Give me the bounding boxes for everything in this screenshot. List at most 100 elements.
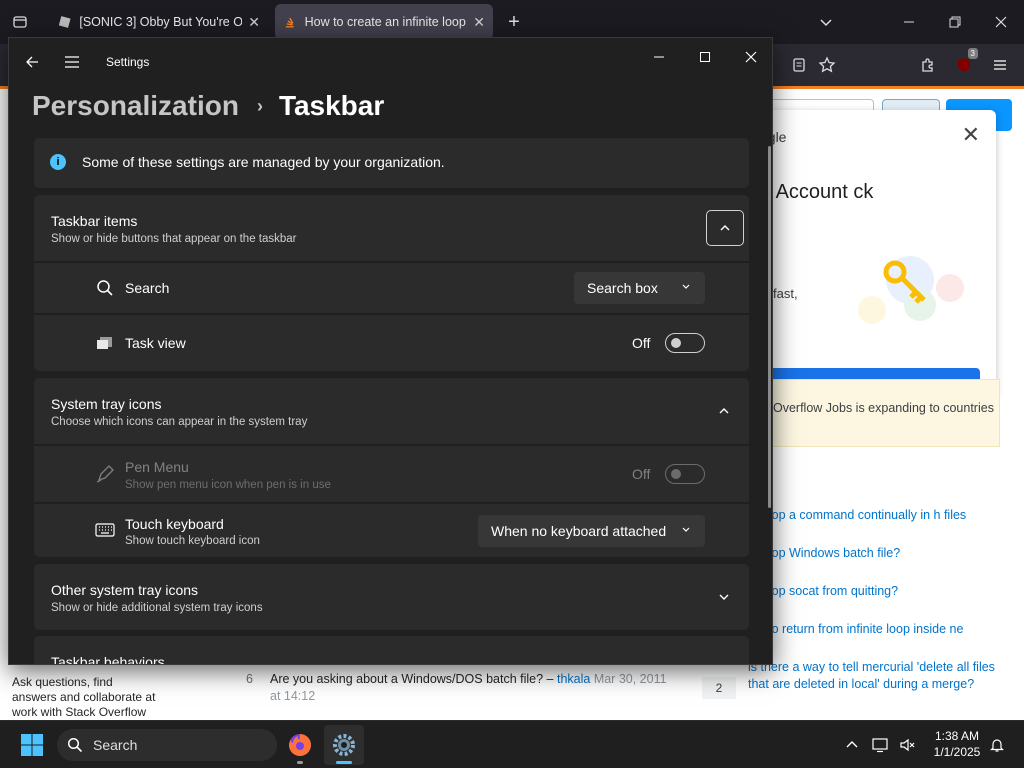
taskbar-items-section[interactable]: Taskbar items Show or hide buttons that … — [34, 195, 749, 261]
notifications-button[interactable] — [985, 725, 1009, 765]
back-button[interactable] — [18, 48, 46, 76]
browser-close-button[interactable] — [978, 6, 1024, 38]
active-indicator — [336, 761, 352, 764]
managed-info-banner: i Some of these settings are managed by … — [34, 138, 749, 188]
section-description: Show or hide additional system tray icon… — [51, 602, 263, 614]
nav-menu-button[interactable] — [58, 48, 86, 76]
task-view-toggle[interactable] — [665, 333, 705, 353]
pen-menu-setting-row: Pen Menu Show pen menu icon when pen is … — [34, 446, 749, 502]
volume-button[interactable] — [894, 725, 922, 765]
firefox-icon — [289, 734, 311, 756]
comment-body: Are you asking about a Windows/DOS batch… — [270, 672, 667, 703]
network-icon — [872, 738, 888, 753]
browser-restore-button[interactable] — [932, 6, 978, 38]
clock-time: 1:38 AM — [934, 729, 980, 743]
close-icon — [995, 16, 1007, 28]
roblox-icon — [58, 16, 71, 28]
row-description: Show touch keyboard icon — [125, 535, 260, 547]
taskbar-settings[interactable] — [324, 725, 364, 765]
taskbar-search-box[interactable]: Search — [57, 729, 277, 761]
settings-maximize-button[interactable] — [682, 42, 728, 72]
volume-muted-icon — [900, 738, 915, 752]
section-title: Taskbar behaviors — [51, 654, 165, 665]
chevron-up-icon[interactable] — [716, 403, 732, 419]
toggle-state-label: Off — [632, 335, 651, 351]
pen-menu-disabled-group: Pen Menu Show pen menu icon when pen is … — [34, 446, 749, 502]
list-all-tabs-button[interactable] — [810, 6, 842, 38]
search-setting-row: Search Search box — [34, 263, 749, 313]
taskbar-firefox[interactable] — [280, 725, 320, 765]
toggle-knob — [671, 338, 681, 348]
collapse-button[interactable] — [706, 210, 744, 246]
related-link[interactable]: to stop socat from quitting? — [748, 583, 998, 600]
popup-close-icon[interactable]: ✕ — [962, 122, 980, 148]
related-link[interactable]: ble to return from infinite loop inside … — [748, 621, 998, 638]
row-description: Show pen menu icon when pen is in use — [125, 479, 331, 491]
settings-scrollbar[interactable] — [768, 146, 771, 508]
gear-icon — [333, 734, 355, 756]
breadcrumb-separator: › — [256, 95, 263, 116]
chevron-down-icon[interactable] — [716, 661, 732, 664]
search-mode-dropdown[interactable]: Search box — [574, 272, 705, 304]
tab-list-icon — [13, 16, 27, 28]
related-link[interactable]: is there a way to tell mercurial 'delete… — [748, 659, 998, 693]
extension-badge: 3 — [967, 48, 978, 59]
touch-keyboard-dropdown[interactable]: When no keyboard attached — [478, 515, 705, 547]
settings-minimize-button[interactable] — [636, 42, 682, 72]
hamburger-icon — [65, 56, 79, 68]
task-view-icon — [95, 333, 115, 353]
tab-list-button[interactable] — [4, 6, 36, 38]
ublock-button[interactable]: 3 — [948, 48, 980, 80]
start-button[interactable] — [12, 725, 52, 765]
taskbar-behaviors-section[interactable]: Taskbar behaviors — [34, 636, 749, 665]
browser-minimize-button[interactable] — [886, 6, 932, 38]
pen-menu-toggle[interactable] — [665, 464, 705, 484]
bookmark-star-button[interactable] — [811, 50, 843, 80]
ublock-icon — [958, 58, 970, 72]
section-title: Other system tray icons — [51, 582, 199, 598]
stackoverflow-icon — [285, 17, 294, 28]
clock-date: 1/1/2025 — [933, 745, 981, 759]
browser-tab-stackoverflow[interactable]: How to create an infinite loop i ✕ — [275, 4, 493, 40]
maximize-icon — [700, 52, 710, 62]
related-questions: to loop a command continually in h files… — [748, 507, 998, 714]
tab-close-icon[interactable]: ✕ — [467, 14, 485, 31]
taskbar-clock[interactable]: 1:38 AM 1/1/2025 — [926, 728, 988, 760]
section-description: Show or hide buttons that appear on the … — [51, 233, 297, 245]
app-menu-button[interactable] — [984, 50, 1016, 80]
breadcrumb-parent[interactable]: Personalization — [32, 90, 239, 122]
section-title: Taskbar items — [51, 213, 138, 229]
chevron-down-icon[interactable] — [716, 589, 732, 605]
chevron-down-icon — [820, 19, 832, 27]
settings-close-button[interactable] — [728, 42, 772, 72]
row-label: Touch keyboard — [125, 516, 224, 532]
network-button[interactable] — [866, 725, 894, 765]
back-arrow-icon — [26, 56, 38, 68]
new-tab-button[interactable]: + — [498, 6, 530, 38]
tab-title: [SONIC 3] Obby But You're On — [79, 15, 243, 29]
comment-score: 6 — [246, 672, 253, 686]
comment: 6 Are you asking about a Windows/DOS bat… — [240, 671, 670, 705]
chevron-down-icon — [682, 527, 690, 532]
related-link[interactable]: te loop Windows batch file? — [748, 545, 998, 562]
chevron-up-icon — [720, 225, 730, 231]
window-title: Settings — [106, 55, 150, 69]
reader-view-icon — [793, 58, 805, 72]
other-tray-icons-section[interactable]: Other system tray icons Show or hide add… — [34, 564, 749, 630]
bell-icon — [990, 739, 1004, 752]
keyboard-icon — [95, 520, 115, 540]
pen-icon — [95, 464, 115, 484]
chevron-up-icon — [846, 741, 858, 748]
info-icon: i — [50, 154, 66, 170]
row-label: Search — [125, 280, 170, 296]
comment-user-link[interactable]: thkala — [557, 672, 590, 686]
browser-tab-roblox[interactable]: [SONIC 3] Obby But You're On ✕ — [50, 4, 268, 40]
related-link[interactable]: to loop a command continually in h files — [748, 507, 998, 524]
row-label: Pen Menu — [125, 459, 189, 475]
extensions-button[interactable] — [912, 50, 944, 80]
restore-icon — [949, 16, 961, 28]
breadcrumb: Personalization › Taskbar — [32, 86, 384, 126]
tab-close-icon[interactable]: ✕ — [242, 14, 260, 31]
task-view-setting-row: Task view Off — [34, 315, 749, 371]
system-tray-section[interactable]: System tray icons Choose which icons can… — [34, 378, 749, 444]
